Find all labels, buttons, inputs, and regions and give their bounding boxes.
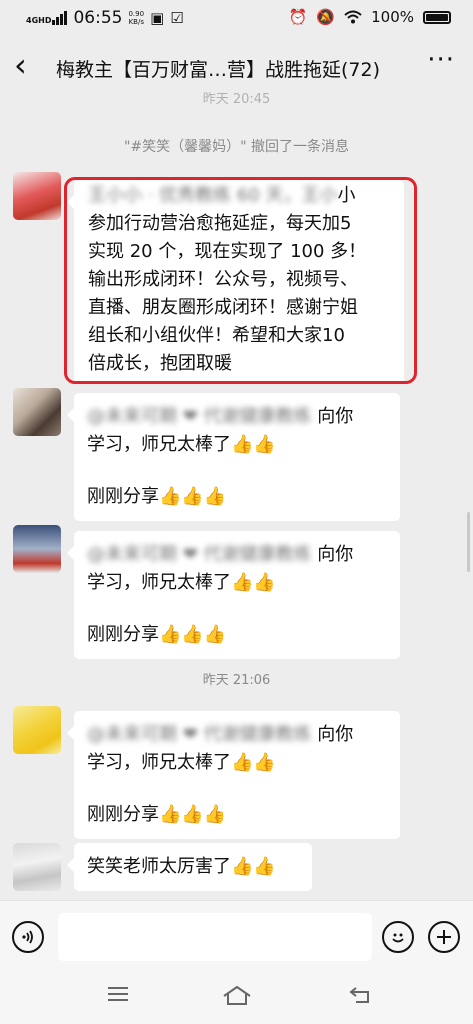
more-dots-icon[interactable]: ··· xyxy=(427,45,455,75)
message-bubble[interactable]: @未来可期 ❤ 代谢健康教练 向你 学习，师兄太棒了👍👍 刚刚分享👍👍👍 xyxy=(67,531,400,659)
status-time: 06:55 xyxy=(73,8,123,28)
battery-percent: 100% xyxy=(371,8,414,26)
blurred-mention: @未来可期 ❤ 代谢健康教练 xyxy=(87,544,312,565)
message-text: 学习，师兄太棒了 xyxy=(87,752,231,773)
message-text: 向你 xyxy=(317,544,354,565)
message-text: 小 xyxy=(337,185,356,206)
net-speed: 0.90 KB/s xyxy=(128,10,144,26)
timestamp: 昨天 20:45 xyxy=(202,92,271,107)
home-icon[interactable] xyxy=(222,984,252,1012)
message-line: 直播、朋友圈形成闭环！感谢宁姐 xyxy=(88,297,358,318)
back-chevron-icon[interactable]: ‹ xyxy=(14,49,27,81)
message-line: 王小小 · 优秀教练 60 天，王小小 xyxy=(88,182,392,210)
net-speed-value: 0.90 xyxy=(128,10,145,18)
message-line: 刚刚分享👍👍👍 xyxy=(87,801,387,829)
avatar[interactable] xyxy=(13,706,61,754)
message-text: 向你 xyxy=(317,406,354,427)
back-icon[interactable] xyxy=(348,984,374,1012)
message-line: 学习，师兄太棒了👍👍 xyxy=(87,431,387,459)
menu-icon[interactable] xyxy=(106,984,130,1010)
thumbs-up-icon: 👍👍 xyxy=(231,856,276,877)
thumbs-up-icon: 👍👍 xyxy=(231,572,276,593)
system-nav-bar xyxy=(0,972,473,1024)
message-icon: ▣ xyxy=(150,9,165,27)
message-line: @未来可期 ❤ 代谢健康教练 向你 xyxy=(87,721,387,749)
avatar[interactable] xyxy=(13,525,61,573)
message-line: 刚刚分享👍👍👍 xyxy=(87,483,387,511)
blurred-mention: @未来可期 ❤ 代谢健康教练 xyxy=(87,724,312,745)
message-line: 参加行动营治愈拖延症，每天加5 xyxy=(88,213,352,234)
message-line: 倍成长，抱团取暖 xyxy=(88,353,232,374)
message-input[interactable] xyxy=(58,913,372,961)
message-text: 笑笑老师太厉害了 xyxy=(87,856,231,877)
emoji-smile-icon[interactable] xyxy=(382,921,414,953)
thumbs-up-icon: 👍👍 xyxy=(231,752,276,773)
message-line: 实现 20 个，现在实现了 100 多！ xyxy=(88,241,367,262)
message-line: 刚刚分享👍👍👍 xyxy=(87,621,387,649)
message-text: 学习，师兄太棒了 xyxy=(87,434,231,455)
message-text: 学习，师兄太棒了 xyxy=(87,572,231,593)
wifi-icon xyxy=(344,10,362,24)
check-icon: ☑ xyxy=(170,9,184,27)
recall-notice: "#笑笑（馨馨妈）" 撤回了一条消息 xyxy=(123,139,350,155)
message-text: 刚刚分享 xyxy=(87,486,159,507)
message-line: @未来可期 ❤ 代谢健康教练 向你 xyxy=(87,403,387,431)
blurred-name: 王小小 · 优秀教练 60 天，王小 xyxy=(88,185,338,206)
signal-icon: 4GHD xyxy=(26,11,68,25)
input-bar xyxy=(0,900,473,973)
avatar[interactable] xyxy=(13,172,61,220)
timestamp: 昨天 21:06 xyxy=(202,673,271,688)
message-line: @未来可期 ❤ 代谢健康教练 向你 xyxy=(87,541,387,569)
alarm-icon: ⏰ xyxy=(288,8,308,26)
message-bubble[interactable]: @未来可期 ❤ 代谢健康教练 向你 学习，师兄太棒了👍👍 刚刚分享👍👍👍 xyxy=(67,711,400,839)
chat-title: 梅教主【百万财富…营】战胜拖延(72) xyxy=(56,59,381,81)
message-text: 刚刚分享 xyxy=(87,804,159,825)
message-text: 刚刚分享 xyxy=(87,624,159,645)
scrollbar[interactable] xyxy=(467,512,470,572)
plus-icon[interactable] xyxy=(428,921,460,953)
message-bubble[interactable]: @未来可期 ❤ 代谢健康教练 向你 学习，师兄太棒了👍👍 刚刚分享👍👍👍 xyxy=(67,393,400,521)
avatar[interactable] xyxy=(13,388,61,436)
avatar[interactable] xyxy=(13,843,61,891)
voice-icon[interactable] xyxy=(12,921,44,953)
message-line: 学习，师兄太棒了👍👍 xyxy=(87,749,387,777)
thumbs-up-icon: 👍👍👍 xyxy=(159,804,227,825)
message-line: 输出形成闭环！公众号，视频号、 xyxy=(88,269,358,290)
blurred-mention: @未来可期 ❤ 代谢健康教练 xyxy=(87,406,312,427)
status-right: ⏰ 🔕 100% xyxy=(289,8,451,26)
thumbs-up-icon: 👍👍👍 xyxy=(159,624,227,645)
message-bubble[interactable]: 王小小 · 优秀教练 60 天，王小小 参加行动营治愈拖延症，每天加5 实现 2… xyxy=(67,180,404,384)
network-type: 4GHD xyxy=(26,16,52,25)
status-bar: 4GHD 06:55 0.90 KB/s ▣ ☑ ⏰ 🔕 100% xyxy=(0,0,473,36)
thumbs-up-icon: 👍👍 xyxy=(231,434,276,455)
battery-icon xyxy=(423,10,451,24)
net-speed-unit: KB/s xyxy=(128,18,144,26)
message-line: 组长和小组伙伴！希望和大家10 xyxy=(88,325,345,346)
message-bubble[interactable]: 笑笑老师太厉害了👍👍 xyxy=(67,843,312,891)
message-text: 向你 xyxy=(317,724,354,745)
status-left: 4GHD 06:55 0.90 KB/s ▣ ☑ xyxy=(26,8,184,28)
message-line: 学习，师兄太棒了👍👍 xyxy=(87,569,387,597)
mute-icon: 🔕 xyxy=(316,8,336,26)
thumbs-up-icon: 👍👍👍 xyxy=(159,486,227,507)
